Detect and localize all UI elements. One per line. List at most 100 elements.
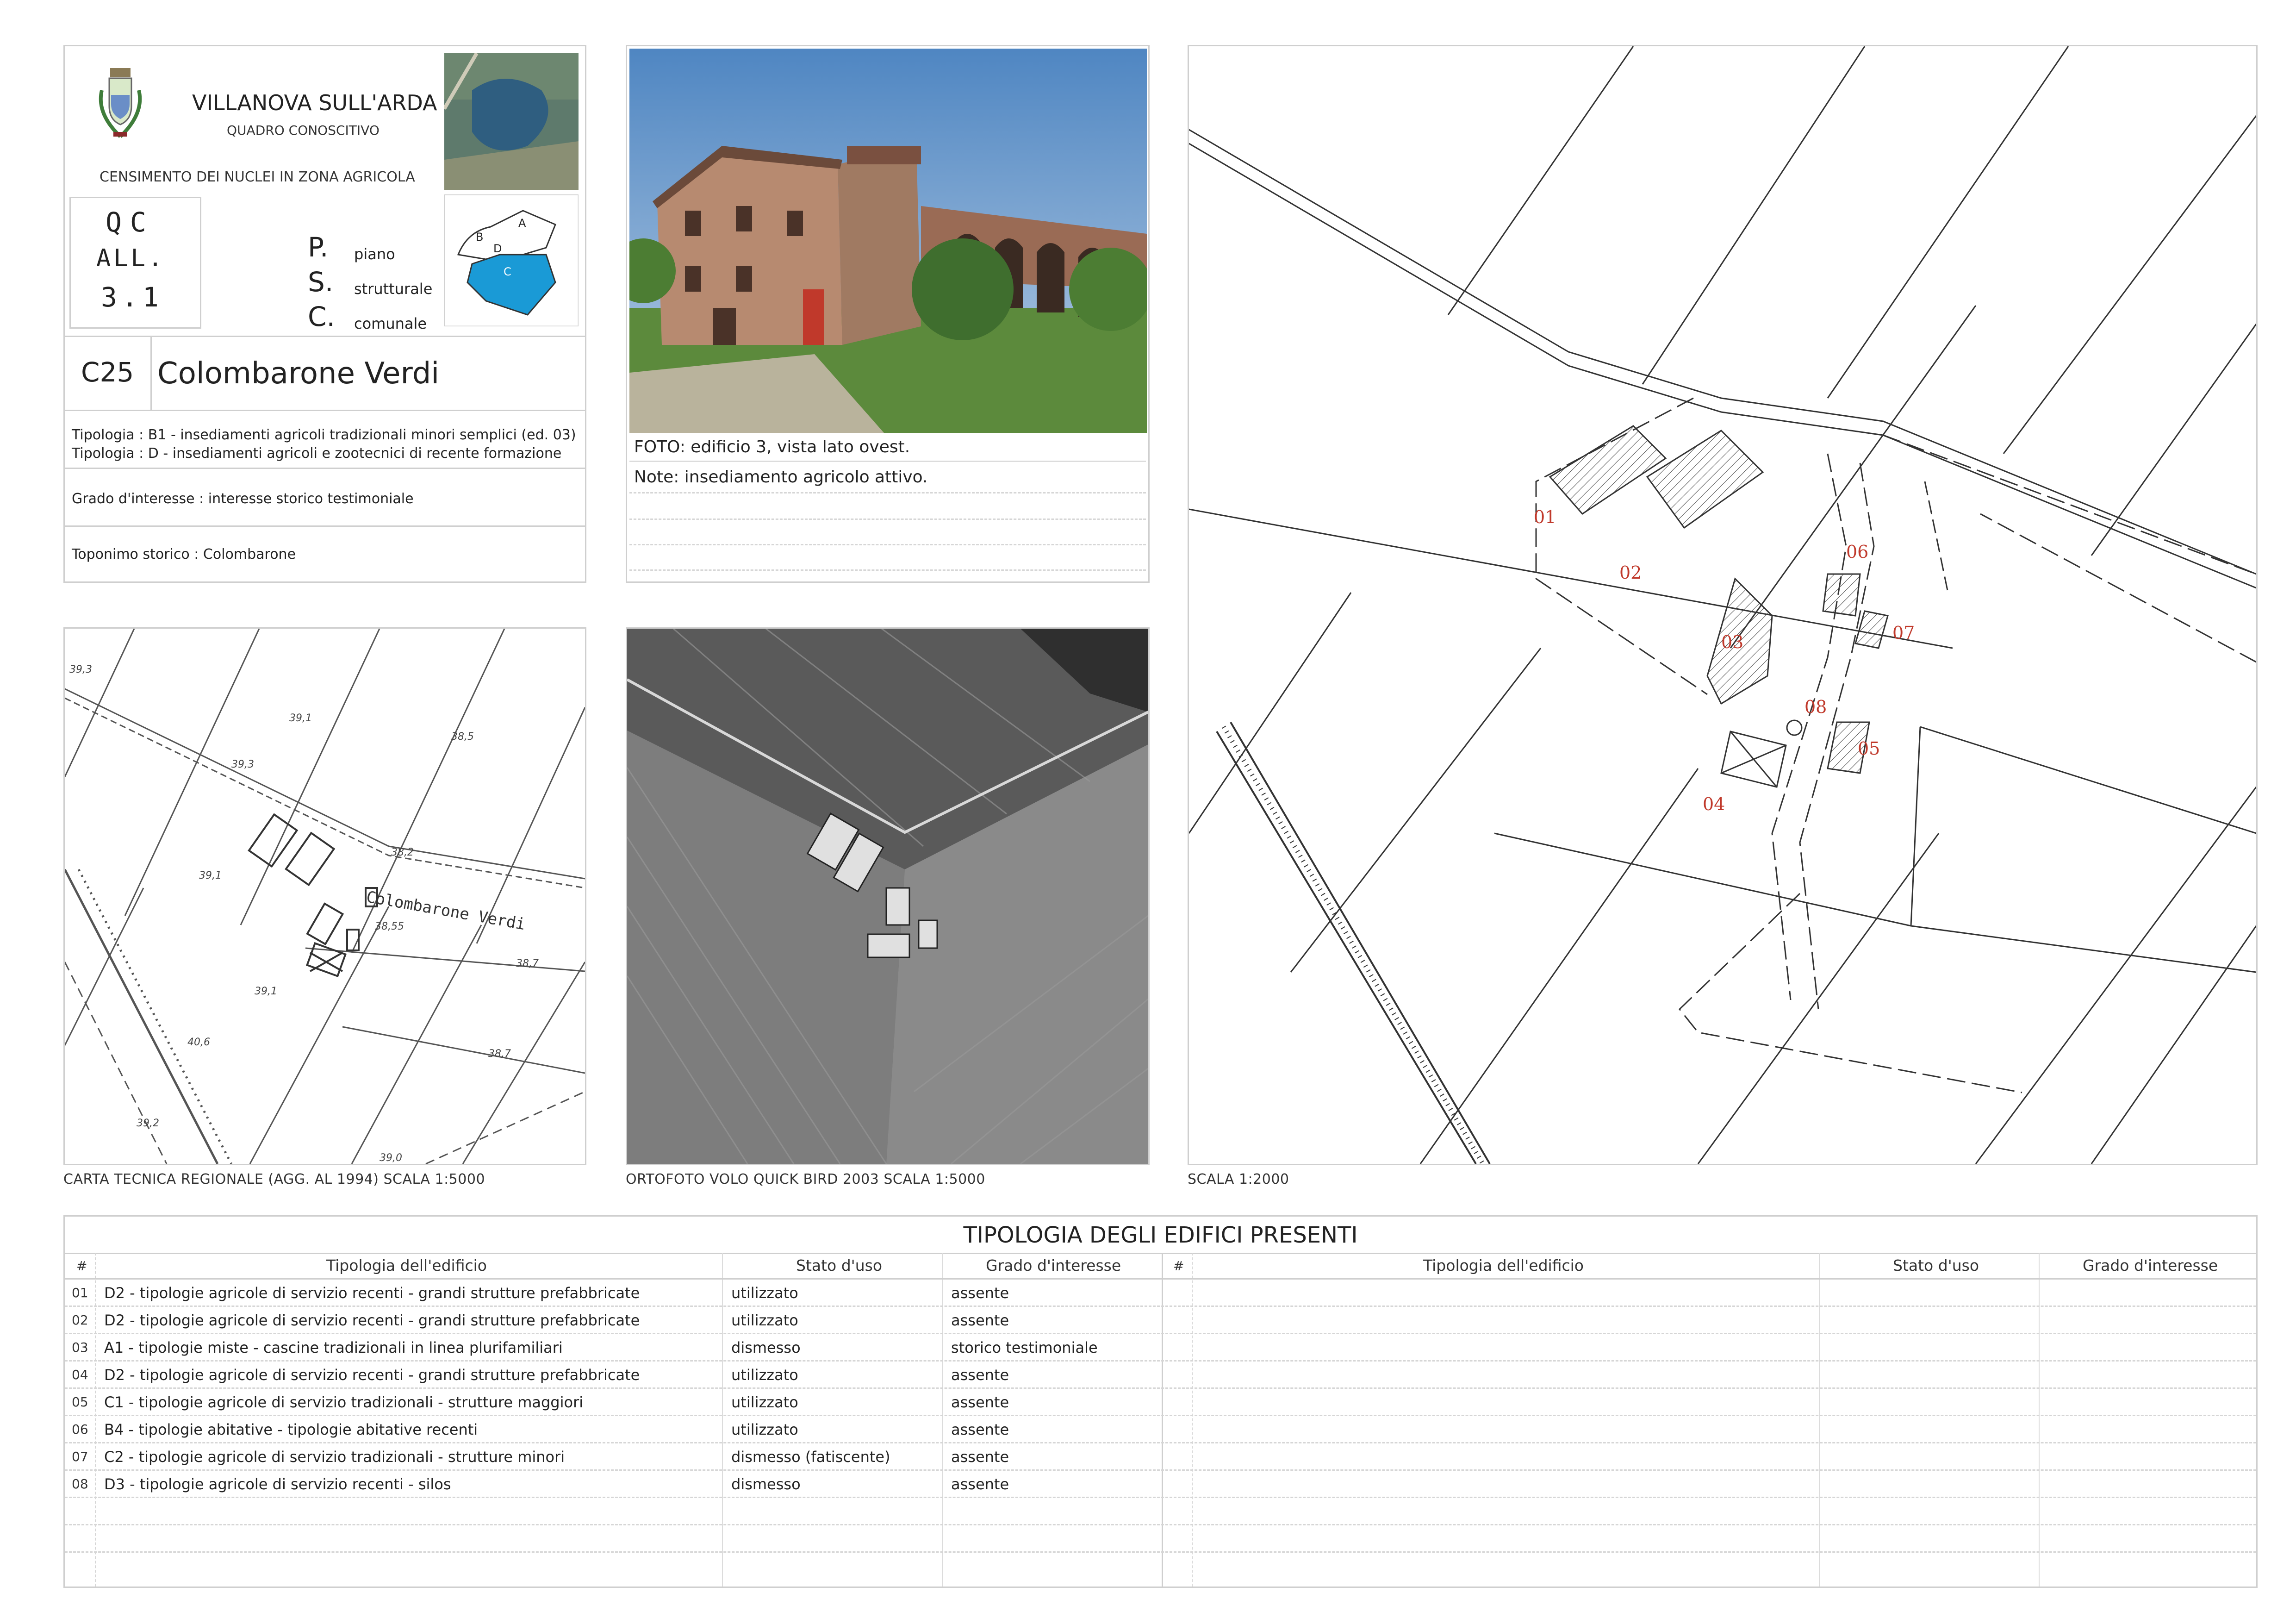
photo-note: Note: insediamento agricolo attivo. xyxy=(634,468,928,487)
building-photo xyxy=(629,49,1147,433)
header-grado: Grado d'interesse xyxy=(986,1256,1121,1274)
row-num: 06 xyxy=(72,1422,88,1437)
ctr-elev-1: 39,3 xyxy=(69,664,92,675)
plan-caption: SCALA 1:2000 xyxy=(1188,1171,1289,1187)
toponimo: Toponimo storico : Colombarone xyxy=(72,546,296,562)
row-stato: dismesso xyxy=(731,1475,801,1493)
plan-label-03: 03 xyxy=(1721,632,1743,652)
ctr-map-drawing: Colombarone Verdi 39,3 39,1 39,3 38,5 39… xyxy=(65,629,585,1164)
ctr-elev-5: 39,1 xyxy=(199,870,222,881)
ctr-elev-7: 38,55 xyxy=(375,921,404,932)
header-num: # xyxy=(76,1258,87,1274)
psc-letter-c: C. xyxy=(308,301,335,332)
header-tipologia-right: Tipologia dell'edificio xyxy=(1423,1256,1584,1274)
grado-interesse: Grado d'interesse : interesse storico te… xyxy=(72,491,414,507)
qc-box: QC ALL. 3.1 xyxy=(69,197,201,329)
table-title: TIPOLOGIA DEGLI EDIFICI PRESENTI xyxy=(963,1222,1358,1248)
ctr-elev-9: 39,1 xyxy=(255,986,277,997)
row-stato: utilizzato xyxy=(731,1421,798,1438)
subtitle: QUADRO CONOSCITIVO xyxy=(227,123,380,138)
row-tipologia: D2 - tipologie agricole di servizio rece… xyxy=(104,1366,640,1384)
row-stato: dismesso (fatiscente) xyxy=(731,1448,890,1466)
row-num: 07 xyxy=(72,1449,88,1464)
ctr-elev-10: 40,6 xyxy=(187,1037,210,1048)
row-tipologia: D2 - tipologie agricole di servizio rece… xyxy=(104,1312,640,1329)
plan-label-06: 06 xyxy=(1846,542,1868,562)
tipologia-1: Tipologia : B1 - insediamenti agricoli t… xyxy=(72,427,576,443)
row-num: 02 xyxy=(72,1312,88,1328)
ctr-elev-3: 39,3 xyxy=(231,759,254,770)
ctr-elev-13: 39,0 xyxy=(380,1152,402,1164)
row-num: 04 xyxy=(72,1367,88,1382)
header-stato-right: Stato d'uso xyxy=(1893,1256,1979,1274)
row-num: 05 xyxy=(72,1394,88,1410)
row-stato: utilizzato xyxy=(731,1284,798,1302)
census-title: CENSIMENTO DEI NUCLEI IN ZONA AGRICOLA xyxy=(100,169,415,185)
row-grado: assente xyxy=(951,1421,1009,1438)
ortho-caption: ORTOFOTO VOLO QUICK BIRD 2003 SCALA 1:50… xyxy=(626,1171,985,1187)
row-grado: assente xyxy=(951,1393,1009,1411)
photo-panel: FOTO: edificio 3, vista lato ovest. Note… xyxy=(626,45,1150,583)
plan-label-07: 07 xyxy=(1892,623,1915,643)
aerial-thumbnail xyxy=(444,53,579,190)
ctr-elev-8: 38,7 xyxy=(516,958,539,969)
buildings-table: TIPOLOGIA DEGLI EDIFICI PRESENTI # Tipol… xyxy=(63,1215,2258,1588)
row-grado: assente xyxy=(951,1448,1009,1466)
header-stato: Stato d'uso xyxy=(796,1256,883,1274)
header-grado-right: Grado d'interesse xyxy=(2083,1256,2218,1274)
psc-word-comunale: comunale xyxy=(354,315,427,332)
zone-label-a: A xyxy=(518,217,526,230)
row-tipologia: D3 - tipologie agricole di servizio rece… xyxy=(104,1475,451,1493)
qc-line2: ALL. xyxy=(96,244,166,272)
info-panel: VILLANOVA SULL'ARDA QUADRO CONOSCITIVO C… xyxy=(63,45,586,583)
row-grado: assente xyxy=(951,1284,1009,1302)
row-tipologia: D2 - tipologie agricole di servizio rece… xyxy=(104,1284,640,1302)
site-plan-drawing: 01 02 03 04 05 06 07 08 xyxy=(1189,46,2256,1164)
row-num: 08 xyxy=(72,1476,88,1492)
psc-letter-s: S. xyxy=(308,266,334,298)
psc-word-strutturale: strutturale xyxy=(354,280,433,298)
plan-label-02: 02 xyxy=(1619,562,1642,583)
row-tipologia: C2 - tipologie agricole di servizio trad… xyxy=(104,1448,565,1466)
plan-label-01: 01 xyxy=(1534,507,1556,527)
row-tipologia: C1 - tipologie agricole di servizio trad… xyxy=(104,1393,584,1411)
qc-line3: 3.1 xyxy=(101,281,163,313)
zone-map: A B C D xyxy=(444,194,579,326)
row-grado: assente xyxy=(951,1366,1009,1384)
plan-label-08: 08 xyxy=(1804,697,1827,717)
psc-letter-p: P. xyxy=(308,231,329,263)
plan-label-04: 04 xyxy=(1703,794,1725,814)
ctr-elev-2: 39,1 xyxy=(289,712,312,724)
orthophoto-image xyxy=(627,629,1148,1164)
qc-line1: QC xyxy=(106,206,155,238)
orthophoto xyxy=(626,627,1150,1165)
municipality-title: VILLANOVA SULL'ARDA xyxy=(192,90,437,115)
site-plan: 01 02 03 04 05 06 07 08 xyxy=(1188,45,2258,1165)
ctr-elev-11: 38,7 xyxy=(488,1048,511,1060)
ctr-caption: CARTA TECNICA REGIONALE (AGG. AL 1994) S… xyxy=(63,1171,485,1187)
tipologia-2: Tipologia : D - insediamenti agricoli e … xyxy=(72,445,562,462)
row-grado: assente xyxy=(951,1475,1009,1493)
photo-caption: FOTO: edificio 3, vista lato ovest. xyxy=(634,437,910,456)
zone-label-d: D xyxy=(493,242,502,255)
psc-word-piano: piano xyxy=(354,245,395,263)
ctr-elev-4: 38,5 xyxy=(451,731,474,743)
coat-of-arms-icon xyxy=(99,68,142,138)
row-tipologia: B4 - tipologie abitative - tipologie abi… xyxy=(104,1421,478,1438)
row-grado: assente xyxy=(951,1312,1009,1329)
row-stato: dismesso xyxy=(731,1339,801,1356)
row-num: 03 xyxy=(72,1340,88,1355)
row-stato: utilizzato xyxy=(731,1366,798,1384)
row-grado: storico testimoniale xyxy=(951,1339,1098,1356)
ctr-elev-6: 38,2 xyxy=(391,847,414,858)
ctr-elev-12: 39,2 xyxy=(137,1118,159,1129)
zone-label-b: B xyxy=(476,231,483,244)
row-stato: utilizzato xyxy=(731,1312,798,1329)
row-num: 01 xyxy=(72,1285,88,1300)
ctr-map: Colombarone Verdi 39,3 39,1 39,3 38,5 39… xyxy=(63,627,586,1165)
record-code: C25 xyxy=(81,356,134,388)
record-name: Colombarone Verdi xyxy=(157,356,440,391)
header-num-right: # xyxy=(1173,1258,1184,1274)
zone-label-c: C xyxy=(504,265,511,278)
row-stato: utilizzato xyxy=(731,1393,798,1411)
